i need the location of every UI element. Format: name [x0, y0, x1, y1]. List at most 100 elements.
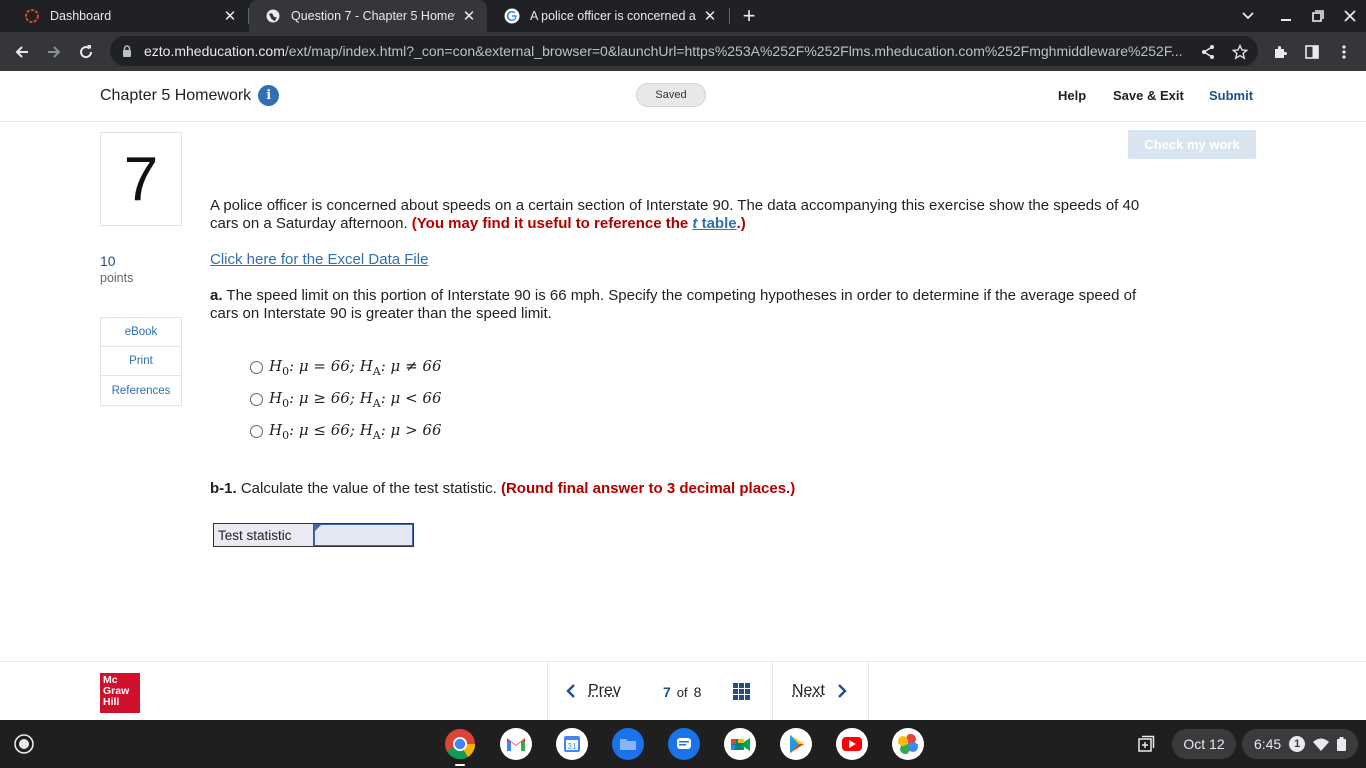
- info-icon[interactable]: i: [258, 85, 280, 106]
- side-panel-icon[interactable]: [1298, 38, 1326, 66]
- running-indicator: [455, 764, 465, 766]
- globe-icon: [265, 8, 281, 24]
- url-text: ezto.mheducation.com/ext/map/index.html?…: [144, 43, 1183, 59]
- chevron-left-icon: [566, 684, 576, 698]
- meet-icon[interactable]: [724, 728, 756, 760]
- points-value: 10: [100, 253, 116, 269]
- date-pill[interactable]: Oct 12: [1172, 729, 1236, 759]
- address-bar[interactable]: ezto.mheducation.com/ext/map/index.html?…: [110, 36, 1258, 66]
- question-pager: Prev 7 of 8 Next: [547, 662, 869, 721]
- part-a-prompt: a. The speed limit on this portion of In…: [210, 287, 1150, 323]
- option-label: H0: μ = 66; HA: μ ≠ 66: [269, 357, 442, 378]
- browser-toolbar: ezto.mheducation.com/ext/map/index.html?…: [0, 32, 1366, 71]
- tab-search-chevron-icon[interactable]: [1232, 0, 1264, 32]
- youtube-icon[interactable]: [836, 728, 868, 760]
- question-intro: A police officer is concerned about spee…: [210, 197, 1140, 233]
- total-questions: 8: [693, 684, 702, 700]
- calendar-icon[interactable]: 31: [556, 728, 588, 760]
- points-label: points: [100, 271, 134, 285]
- forward-arrow-icon[interactable]: [40, 38, 68, 66]
- test-statistic-table: Test statistic: [213, 523, 414, 547]
- t-table-hint: (You may find it useful to reference the…: [411, 215, 746, 232]
- play-store-icon[interactable]: [780, 728, 812, 760]
- os-shelf: 31 Oct 12 6:45 1: [0, 720, 1366, 768]
- hypothesis-option[interactable]: H0: μ = 66; HA: μ ≠ 66: [250, 357, 442, 378]
- back-arrow-icon[interactable]: [8, 38, 36, 66]
- radio-button[interactable]: [250, 425, 263, 438]
- reload-icon[interactable]: [72, 38, 100, 66]
- share-icon[interactable]: [1194, 38, 1222, 66]
- check-my-work-button[interactable]: Check my work: [1128, 130, 1256, 159]
- prev-label: Prev: [588, 682, 621, 699]
- tab-title: A police officer is concerned abo: [530, 9, 696, 23]
- of-label: of: [676, 684, 688, 700]
- rounding-hint: (Round final answer to 3 decimal places.…: [500, 480, 796, 497]
- question-counter[interactable]: 7 of 8: [663, 681, 773, 703]
- help-button[interactable]: Help: [1058, 88, 1086, 103]
- wifi-icon: [1313, 738, 1330, 751]
- tab-question-7[interactable]: Question 7 - Chapter 5 Homework ✕: [249, 0, 487, 32]
- current-question: 7: [663, 684, 671, 700]
- clock-time: 6:45: [1253, 736, 1282, 752]
- new-tab-button[interactable]: +: [737, 3, 761, 28]
- test-statistic-label: Test statistic: [214, 524, 314, 546]
- part-b1-prompt: b-1. Calculate the value of the test sta…: [210, 480, 795, 497]
- lock-icon[interactable]: [120, 44, 134, 58]
- assignment-header: Chapter 5 Homework i Saved Help Save & E…: [0, 71, 1366, 122]
- pager-divider: [772, 662, 773, 721]
- svg-text:31: 31: [568, 742, 577, 751]
- close-icon[interactable]: ✕: [461, 8, 477, 25]
- tote-icon[interactable]: [1130, 728, 1162, 760]
- files-icon[interactable]: [612, 728, 644, 760]
- assignment-title-text: Chapter 5 Homework: [100, 86, 252, 104]
- close-window-icon[interactable]: [1334, 0, 1366, 32]
- photos-icon[interactable]: [892, 728, 924, 760]
- messages-icon[interactable]: [668, 728, 700, 760]
- excel-data-file-link[interactable]: Click here for the Excel Data File: [210, 251, 428, 268]
- next-button[interactable]: Next: [792, 682, 847, 700]
- more-menu-icon[interactable]: [1330, 38, 1358, 66]
- tab-title: Question 7 - Chapter 5 Homework: [291, 9, 455, 23]
- status-tray[interactable]: 6:45 1: [1242, 729, 1358, 759]
- tab-dashboard[interactable]: Dashboard ✕: [8, 0, 248, 32]
- question-tools: eBook Print References: [100, 317, 182, 406]
- bookmark-star-icon[interactable]: [1226, 38, 1254, 66]
- browser-tab-strip: Dashboard ✕ Question 7 - Chapter 5 Homew…: [0, 0, 1366, 32]
- prev-button[interactable]: Prev: [566, 682, 621, 700]
- test-statistic-input[interactable]: [314, 524, 413, 546]
- notification-badge: 1: [1289, 736, 1306, 752]
- close-icon[interactable]: ✕: [702, 8, 718, 25]
- question-grid-icon[interactable]: [733, 683, 750, 700]
- gmail-icon[interactable]: [500, 728, 532, 760]
- radio-button[interactable]: [250, 393, 263, 406]
- battery-icon: [1337, 737, 1347, 751]
- question-footer: Mc Graw Hill Prev 7 of 8 Next: [0, 661, 1366, 721]
- google-icon: [504, 8, 520, 24]
- part-a-text: The speed limit on this portion of Inter…: [210, 287, 1137, 322]
- assignment-title: Chapter 5 Homework i: [100, 85, 280, 106]
- close-icon[interactable]: ✕: [222, 8, 238, 25]
- part-a-label: a.: [210, 287, 223, 304]
- references-button[interactable]: References: [101, 376, 181, 405]
- next-label: Next: [792, 682, 825, 699]
- radio-button[interactable]: [250, 361, 263, 374]
- submit-button[interactable]: Submit: [1209, 88, 1253, 103]
- t-table-link[interactable]: t table: [692, 215, 736, 232]
- launcher-icon[interactable]: [12, 732, 36, 756]
- saved-status-badge: Saved: [636, 83, 706, 107]
- save-exit-button[interactable]: Save & Exit: [1113, 88, 1184, 103]
- option-label: H0: μ ≥ 66; HA: μ < 66: [269, 389, 442, 410]
- hypothesis-option[interactable]: H0: μ ≤ 66; HA: μ > 66: [250, 421, 442, 442]
- tab-google-search[interactable]: A police officer is concerned abo ✕: [488, 0, 728, 32]
- print-button[interactable]: Print: [101, 347, 181, 376]
- minimize-icon[interactable]: [1270, 0, 1302, 32]
- question-number: 7: [100, 132, 182, 226]
- ebook-button[interactable]: eBook: [101, 318, 181, 347]
- hypothesis-option[interactable]: H0: μ ≥ 66; HA: μ < 66: [250, 389, 442, 410]
- extensions-puzzle-icon[interactable]: [1266, 38, 1294, 66]
- mcgraw-hill-icon: [24, 8, 40, 24]
- mcgraw-hill-logo: Mc Graw Hill: [100, 673, 140, 713]
- chevron-right-icon: [837, 684, 847, 698]
- chrome-icon[interactable]: [444, 728, 476, 760]
- restore-icon[interactable]: [1302, 0, 1334, 32]
